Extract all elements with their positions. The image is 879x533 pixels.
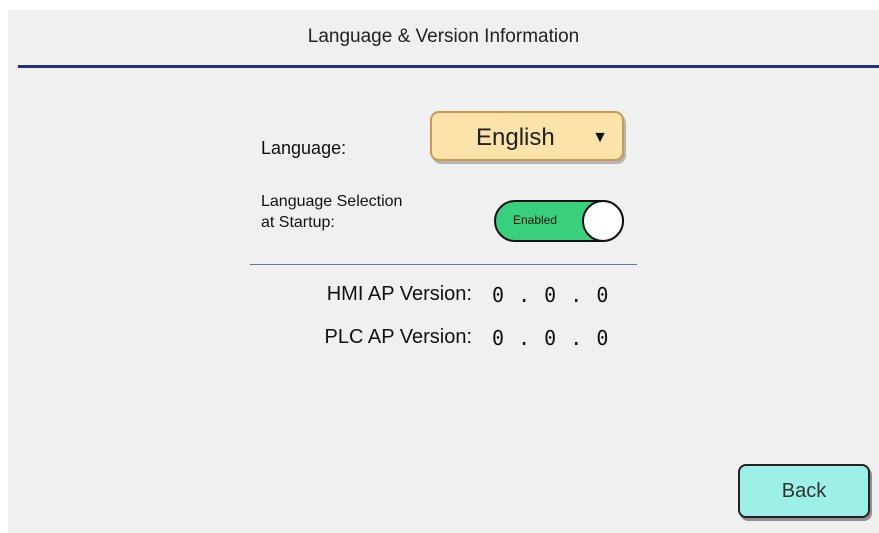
hmi-version-value: 0 . 0 . 0 [492,283,610,307]
toggle-knob [582,200,624,242]
startup-label-line1: Language Selection [261,193,403,210]
settings-screen: Language & Version Information Language:… [8,10,879,533]
triangle-down-icon: ▼ [592,129,608,146]
startup-language-label: Language Selection at Startup: [261,191,402,233]
language-select[interactable]: English ▼ [430,111,624,161]
language-selected-value: English [476,124,555,151]
page-title: Language & Version Information [307,26,580,47]
title-divider [18,65,879,68]
toggle-state-label: Enabled [513,213,558,227]
plc-version-label: PLC AP Version: [324,326,473,348]
section-divider [250,264,637,265]
startup-language-toggle[interactable]: Enabled [494,200,624,242]
hmi-version-label: HMI AP Version: [326,283,472,305]
startup-label-line2: at Startup: [261,214,335,231]
plc-version-value: 0 . 0 . 0 [492,326,610,350]
back-button[interactable]: Back [738,464,870,518]
language-label: Language: [261,138,347,158]
